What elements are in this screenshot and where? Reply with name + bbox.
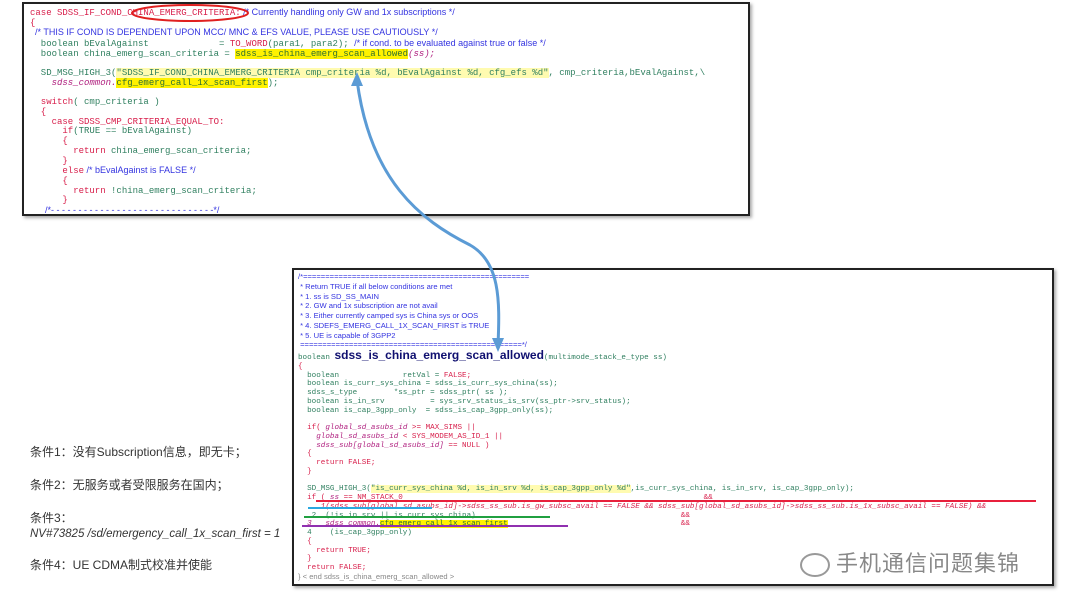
arrow-head-down xyxy=(492,338,504,352)
annotation-overlay xyxy=(131,4,1036,527)
highlight-circle xyxy=(131,4,249,22)
arrow-head-up xyxy=(351,72,363,86)
link-arrow xyxy=(355,79,501,346)
